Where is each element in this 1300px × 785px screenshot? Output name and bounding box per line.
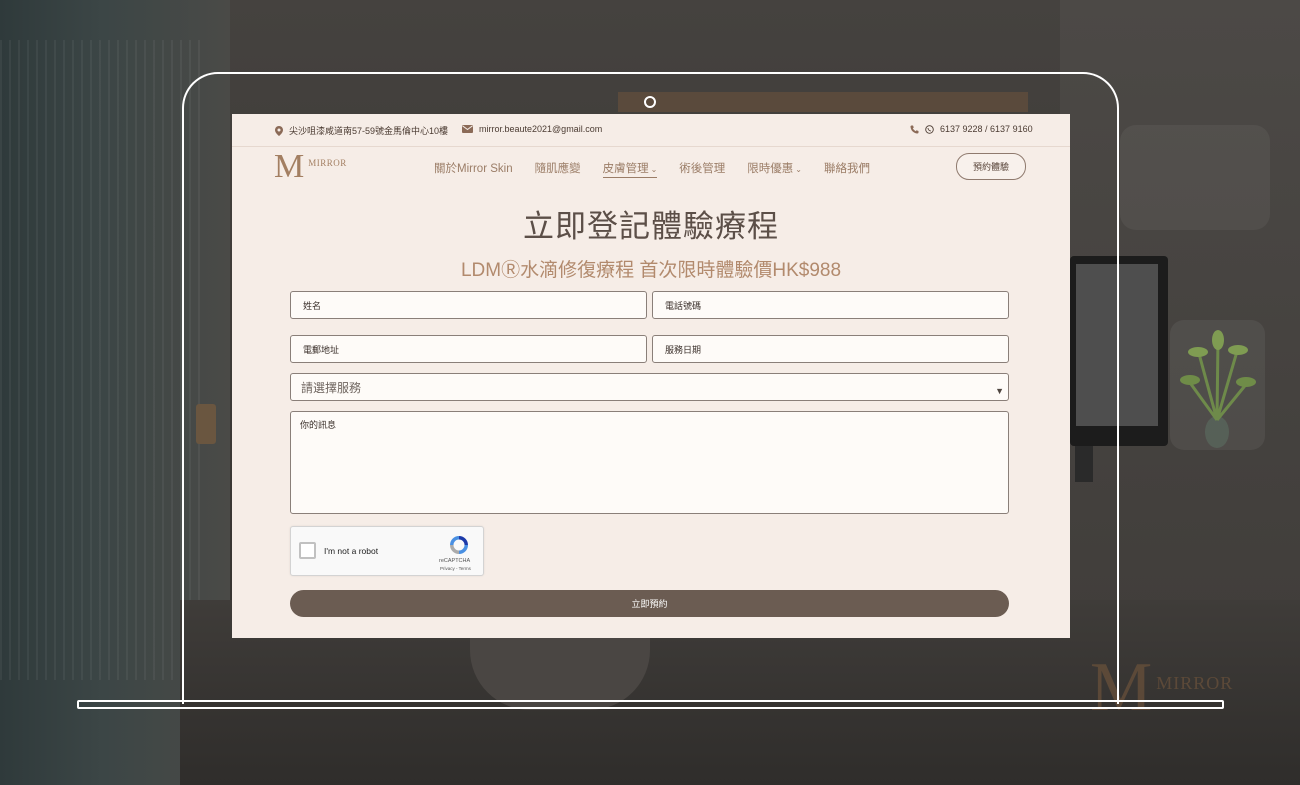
captcha-label: I'm not a robot [324, 546, 379, 556]
location-pin-icon [275, 125, 283, 136]
recaptcha-widget: I'm not a robot reCAPTCHA Privacy - Term… [290, 526, 484, 576]
glass-wall-stripes [0, 40, 200, 680]
nav-menu: 關於Mirror Skin 隨肌應變 皮膚管理 ⌄ 術後管理 限時優惠 ⌄ 聯絡我們 [434, 160, 892, 178]
nav-item-label: 聯絡我們 [824, 163, 870, 175]
mirror-logo[interactable]: M MIRROR [274, 150, 347, 184]
chevron-down-icon: ⌄ [650, 165, 658, 174]
laptop-base [77, 700, 1224, 709]
name-placeholder: 姓名 [303, 300, 322, 311]
nav-item-offers[interactable]: 限時優惠 ⌄ [747, 160, 802, 178]
email-field[interactable]: 電郵地址 [290, 335, 647, 363]
phone-icon [910, 125, 919, 133]
nav-item-label: 限時優惠 [747, 163, 794, 175]
message-textarea[interactable]: 你的訊息 [290, 411, 1009, 514]
nav-item-label: 術後管理 [679, 163, 726, 175]
captcha-checkbox[interactable] [299, 542, 316, 559]
plant [1180, 330, 1256, 448]
page-title: 立即登記體驗療程 [523, 209, 779, 244]
chevron-down-icon: ⌄ [795, 165, 802, 174]
phone-item[interactable]: 6137 9228 / 6137 9160 [910, 124, 1033, 134]
caret-down-icon: ▼ [995, 386, 1004, 396]
phone-placeholder: 電話號碼 [665, 300, 702, 311]
wall-panel [1120, 125, 1270, 230]
nav-item-about[interactable]: 關於Mirror Skin [434, 160, 513, 178]
nav-item-label: 隨肌應變 [534, 163, 581, 175]
whatsapp-icon [925, 124, 934, 134]
top-info-bar: 尖沙咀漆咸道南57-59號金馬倫中心10樓 mirror.beaute2021@… [232, 114, 1070, 146]
logo-text: MIRROR [308, 158, 347, 168]
date-placeholder: 服務日期 [665, 344, 702, 355]
email-text[interactable]: mirror.beaute2021@gmail.com [479, 124, 602, 134]
website-screen: 尖沙咀漆咸道南57-59號金馬倫中心10樓 mirror.beaute2021@… [232, 114, 1070, 638]
main-navbar: M MIRROR 關於Mirror Skin 隨肌應變 皮膚管理 ⌄ 術後管理 限… [232, 147, 1070, 185]
phone-text[interactable]: 6137 9228 / 6137 9160 [940, 124, 1033, 134]
service-select[interactable]: 請選擇服務 ▼ [290, 373, 1009, 401]
logo-letter: M [274, 148, 304, 185]
address-text: 尖沙咀漆咸道南57-59號金馬倫中心10樓 [289, 126, 449, 136]
date-field[interactable]: 服務日期 [652, 335, 1009, 363]
message-placeholder: 你的訊息 [300, 420, 337, 430]
nav-item-contact[interactable]: 聯絡我們 [824, 160, 870, 178]
envelope-icon [462, 125, 473, 133]
camera-icon [644, 96, 656, 108]
backdrop-logo-text: MIRROR [1156, 673, 1234, 693]
email-placeholder: 電郵地址 [303, 344, 340, 355]
nav-item-post-op[interactable]: 術後管理 [679, 160, 725, 178]
nav-item-label: 皮膚管理 [602, 163, 649, 175]
offer-subtitle: LDMⓇ水滴修復療程 首次限時體驗價HK$988 [460, 260, 842, 281]
nav-item-skin-management[interactable]: 皮膚管理 ⌄ [602, 160, 658, 178]
book-experience-button[interactable]: 預約體驗 [956, 153, 1026, 180]
submit-button[interactable]: 立即預約 [290, 590, 1009, 617]
address-item: 尖沙咀漆咸道南57-59號金馬倫中心10樓 [275, 124, 448, 137]
email-item[interactable]: mirror.beaute2021@gmail.com [462, 124, 602, 134]
nav-item-label: 關於Mirror Skin [434, 163, 513, 175]
nav-item-skin-adapt[interactable]: 隨肌應變 [535, 160, 581, 178]
recaptcha-icon [450, 536, 468, 554]
captcha-terms-link[interactable]: Privacy - Terms [440, 566, 471, 571]
phone-field[interactable]: 電話號碼 [652, 291, 1009, 319]
service-select-value: 請選擇服務 [301, 380, 362, 395]
name-field[interactable]: 姓名 [290, 291, 647, 319]
captcha-brand: reCAPTCHA [439, 558, 471, 564]
